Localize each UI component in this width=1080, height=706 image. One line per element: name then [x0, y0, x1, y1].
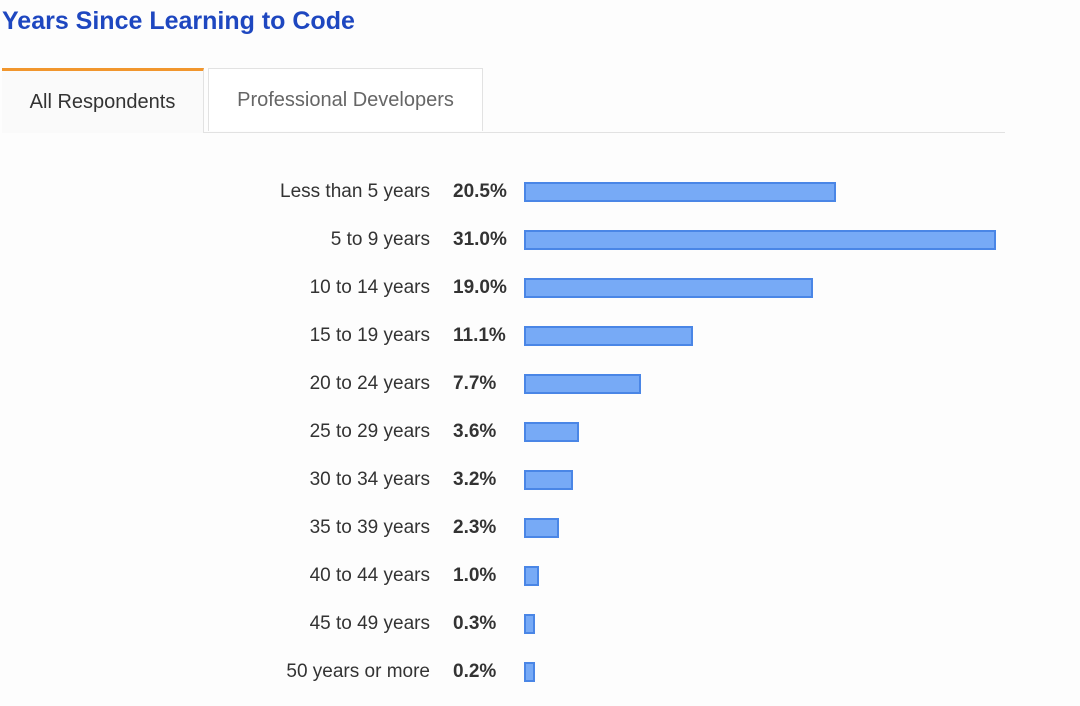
- value-label: 1.0%: [453, 565, 497, 586]
- category-label: 35 to 39 years: [309, 517, 430, 538]
- tab-bar: All Respondents Professional Developers: [2, 68, 1005, 133]
- bar: [524, 230, 996, 250]
- bar: [524, 182, 836, 202]
- chart-row: Less than 5 years 20.5%: [0, 165, 1080, 213]
- chart-row: 35 to 39 years 2.3%: [0, 501, 1080, 549]
- value-label: 0.2%: [453, 661, 497, 682]
- value-label: 3.6%: [453, 421, 497, 442]
- category-label: 15 to 19 years: [309, 325, 430, 346]
- value-label: 0.3%: [453, 613, 497, 634]
- bar: [524, 326, 693, 346]
- chart-row: 10 to 14 years 19.0%: [0, 261, 1080, 309]
- tab-all-respondents[interactable]: All Respondents: [2, 68, 204, 133]
- chart-row: 40 to 44 years 1.0%: [0, 549, 1080, 597]
- bar-chart: Less than 5 years 20.5% 5 to 9 years 31.0% 1…: [0, 165, 1080, 705]
- tab-professional-developers[interactable]: Professional Developers: [208, 68, 483, 131]
- value-label: 31.0%: [453, 229, 507, 250]
- chart-title: Years Since Learning to Code: [2, 7, 355, 35]
- value-label: 11.1%: [453, 325, 506, 346]
- category-label: 45 to 49 years: [309, 613, 430, 634]
- category-label: 5 to 9 years: [330, 229, 430, 250]
- value-label: 2.3%: [453, 517, 497, 538]
- category-label: 40 to 44 years: [309, 565, 430, 586]
- bar: [524, 662, 535, 682]
- chart-row: 15 to 19 years 11.1%: [0, 309, 1080, 357]
- category-label: 20 to 24 years: [309, 373, 430, 394]
- category-label: Less than 5 years: [280, 181, 430, 202]
- bar: [524, 566, 539, 586]
- bar: [524, 374, 641, 394]
- category-label: 30 to 34 years: [309, 469, 430, 490]
- bar: [524, 422, 579, 442]
- chart-row: 5 to 9 years 31.0%: [0, 213, 1080, 261]
- chart-row: 50 years or more 0.2%: [0, 645, 1080, 693]
- bar: [524, 278, 813, 298]
- tab-label: Professional Developers: [237, 88, 454, 111]
- bar: [524, 614, 535, 634]
- category-label: 50 years or more: [286, 661, 430, 682]
- tab-label: All Respondents: [29, 90, 176, 113]
- bar: [524, 518, 559, 538]
- value-label: 19.0%: [453, 277, 507, 298]
- chart-row: 20 to 24 years 7.7%: [0, 357, 1080, 405]
- chart-row: 30 to 34 years 3.2%: [0, 453, 1080, 501]
- category-label: 25 to 29 years: [309, 421, 430, 442]
- value-label: 3.2%: [453, 469, 497, 490]
- bar: [524, 470, 573, 490]
- chart-row: 25 to 29 years 3.6%: [0, 405, 1080, 453]
- chart-row: 45 to 49 years 0.3%: [0, 597, 1080, 645]
- value-label: 7.7%: [453, 373, 497, 394]
- value-label: 20.5%: [453, 181, 507, 202]
- category-label: 10 to 14 years: [309, 277, 430, 298]
